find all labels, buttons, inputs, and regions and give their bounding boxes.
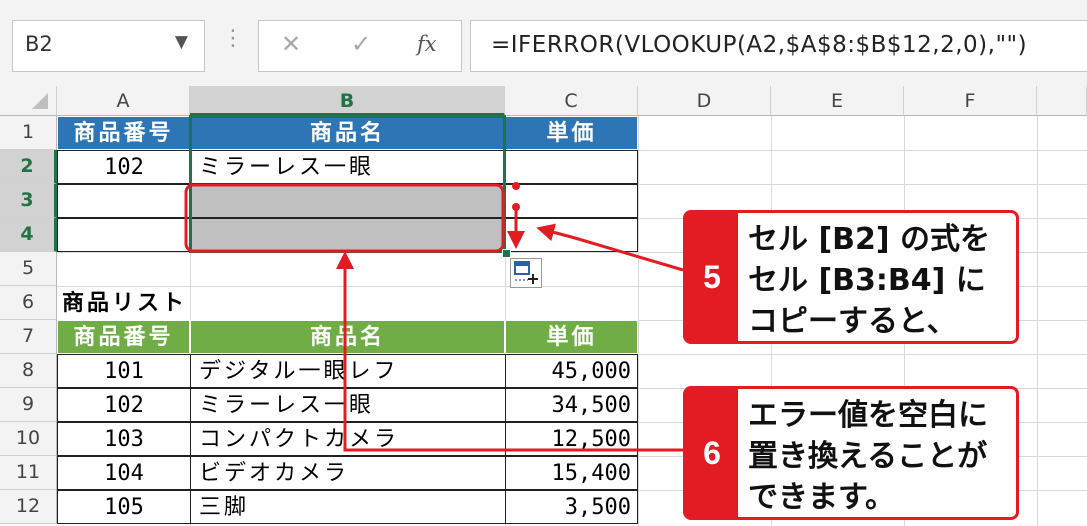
table-row-code[interactable]: 102 [57,388,191,422]
paste-options-icon [514,261,538,284]
callout-line: できます。 [748,480,895,515]
table-row-code[interactable]: 104 [57,456,191,490]
table-row-name[interactable]: 三脚 [190,490,506,524]
table-row-name[interactable]: ビデオカメラ [190,456,506,490]
table-row-price[interactable]: 15,400 [505,456,638,490]
row-header-11[interactable]: 11 [0,456,57,490]
formula-bar-area: B2 ▼ ⋮ ✕ ✓ fx =IFERROR(VLOOKUP(A2,$A$8:$… [0,0,1087,86]
col-header-g[interactable] [1037,86,1087,116]
select-all-corner[interactable] [0,86,57,116]
gridline [638,116,639,526]
insert-function-icon[interactable]: fx [417,32,437,56]
callout-5: 5 セル [B2] の式を セル [B3:B4] に コピーすると、 [683,210,1019,344]
row-header-7[interactable]: 7 [0,320,57,354]
table-row-code[interactable]: 101 [57,354,191,388]
table-row-code[interactable]: 105 [57,490,191,524]
table-row-price[interactable]: 34,500 [505,388,638,422]
paste-options-button[interactable] [510,258,542,288]
formula-buttons: ✕ ✓ fx [258,20,462,72]
cell-c2[interactable] [505,150,638,184]
table1-header-price[interactable]: 単価 [505,116,638,150]
formula-text: =IFERROR(VLOOKUP(A2,$A$8:$B$12,2,0),"") [491,32,1028,58]
row-header-8[interactable]: 8 [0,354,57,388]
enter-icon[interactable]: ✓ [351,30,371,58]
row-header-6[interactable]: 6 [0,286,57,320]
row-header-1[interactable]: 1 [0,116,57,150]
col-header-f[interactable]: F [904,86,1037,116]
cell-a4[interactable] [57,218,191,252]
table-row-code[interactable]: 103 [57,422,191,456]
row-header-12[interactable]: 12 [0,490,57,524]
row-header-9[interactable]: 9 [0,388,57,422]
callout-6: 6 エラー値を空白に 置き換えることが できます。 [683,386,1019,520]
table-row-price[interactable]: 45,000 [505,354,638,388]
cell-c3[interactable] [505,184,638,218]
cell-a3[interactable] [57,184,191,218]
formula-input[interactable]: =IFERROR(VLOOKUP(A2,$A$8:$B$12,2,0),"") [470,20,1087,72]
table1-header-code[interactable]: 商品番号 [57,116,190,150]
selection-range [189,115,506,253]
cancel-icon[interactable]: ✕ [281,30,301,58]
row-header-5[interactable]: 5 [0,252,57,286]
table-row-name[interactable]: デジタル一眼レフ [190,354,506,388]
table-row-name[interactable]: ミラーレス一眼 [190,388,506,422]
chevron-down-icon[interactable]: ▼ [175,32,188,52]
fill-handle[interactable] [502,249,511,258]
callout-5-text: セル [B2] の式を セル [B3:B4] に コピーすると、 [748,219,1008,342]
cell-a2[interactable]: 102 [57,150,191,184]
table2-header-code[interactable]: 商品番号 [57,320,190,354]
gridline [1037,116,1038,526]
name-box[interactable]: B2 ▼ [12,20,205,72]
row-header-3[interactable]: 3 [0,184,57,218]
callout-5-number: 5 [686,213,738,341]
table-row-price[interactable]: 12,500 [505,422,638,456]
cell-c4[interactable] [505,218,638,252]
callout-line: 置き換えることが [748,439,988,474]
callout-line: セル [B3:B4] に [748,263,986,298]
col-header-d[interactable]: D [638,86,771,116]
table2-header-name[interactable]: 商品名 [190,320,505,354]
col-header-c[interactable]: C [505,86,638,116]
col-header-b[interactable]: B [190,86,505,116]
callout-6-number: 6 [686,389,738,517]
callout-line: セル [B2] の式を [748,222,991,257]
callout-line: エラー値を空白に [748,398,988,433]
row-header-4[interactable]: 4 [0,218,57,252]
table2-header-price[interactable]: 単価 [505,320,638,354]
col-header-a[interactable]: A [57,86,190,116]
list-title[interactable]: 商品リスト [62,286,262,320]
select-all-icon [32,93,48,109]
callout-line: コピーすると、 [748,304,957,339]
separator-icon: ⋮ [222,26,244,51]
name-box-value: B2 [25,32,53,56]
callout-6-text: エラー値を空白に 置き換えることが できます。 [748,395,1008,518]
row-header-10[interactable]: 10 [0,422,57,456]
col-header-e[interactable]: E [771,86,904,116]
table-row-name[interactable]: コンパクトカメラ [190,422,506,456]
row-header-2[interactable]: 2 [0,150,57,184]
table-row-price[interactable]: 3,500 [505,490,638,524]
